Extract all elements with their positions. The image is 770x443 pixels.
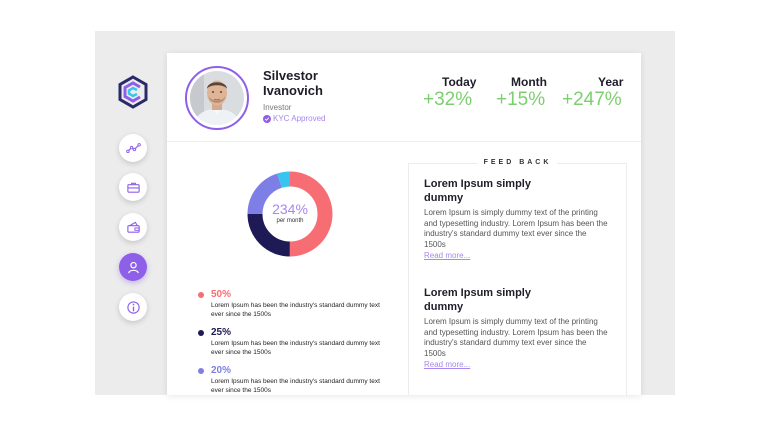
feedback-body: Lorem Ipsum is simply dummy text of the …	[424, 317, 608, 358]
feedback-title: FEED BACK	[409, 159, 626, 166]
nav-wallet-button[interactable]	[119, 213, 147, 241]
legend-description: Lorem Ipsum has been the industry's stan…	[211, 340, 380, 356]
legend-percent: 25%	[211, 327, 232, 338]
read-more-link[interactable]: Read more...	[424, 360, 470, 369]
profile-name: Silvestor Ivanovich	[263, 68, 323, 98]
profile-role: Investor	[263, 103, 292, 112]
briefcase-icon	[126, 182, 140, 193]
feedback-heading: Lorem Ipsum simply dummy	[424, 287, 531, 313]
read-more-link[interactable]: Read more...	[424, 251, 470, 260]
legend-percent: 50%	[211, 289, 232, 300]
avatar[interactable]	[185, 66, 249, 130]
nav-analytics-button[interactable]	[119, 134, 147, 162]
feedback-heading: Lorem Ipsum simply dummy	[424, 178, 531, 204]
info-icon	[126, 300, 140, 314]
legend-dot	[198, 330, 204, 336]
stat-year-label: Year	[598, 75, 624, 89]
legend-description: Lorem Ipsum has been the industry's stan…	[211, 378, 380, 394]
stat-month-value: +15%	[496, 89, 546, 110]
line-chart-icon	[125, 142, 141, 153]
stat-today-value: +32%	[423, 89, 473, 110]
c-logo-icon[interactable]	[116, 75, 150, 109]
header-divider	[167, 141, 641, 142]
wallet-icon	[126, 221, 140, 233]
check-circle-icon	[263, 114, 271, 123]
donut-value: 234%	[272, 201, 308, 217]
stat-month-label: Month	[511, 75, 547, 89]
nav-profile-button[interactable]	[119, 253, 147, 281]
legend-description: Lorem Ipsum has been the industry's stan…	[211, 302, 380, 318]
stat-year-value: +247%	[562, 89, 622, 110]
profile-photo	[190, 71, 244, 125]
stat-today-label: Today	[442, 75, 477, 89]
user-icon	[127, 261, 139, 273]
kyc-status-badge: KYC Approved	[263, 114, 325, 123]
kyc-status-label: KYC Approved	[273, 114, 326, 123]
nav-help-button[interactable]	[119, 293, 147, 321]
nav-portfolio-button[interactable]	[119, 173, 147, 201]
legend-dot	[198, 292, 204, 298]
legend-percent: 20%	[211, 365, 232, 376]
legend-dot	[198, 368, 204, 374]
donut-caption: per month	[276, 218, 304, 224]
feedback-body: Lorem Ipsum is simply dummy text of the …	[424, 208, 608, 249]
